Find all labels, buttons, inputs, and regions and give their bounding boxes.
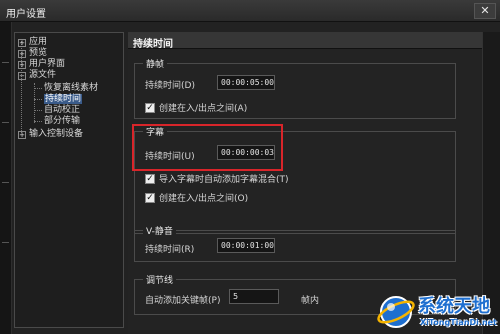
keyframe-label: 自动添加关键帧(P) [145, 296, 221, 306]
highlight-box [132, 124, 283, 171]
close-button[interactable]: ✕ [474, 3, 496, 19]
tree-item-label: 输入控制设备 [29, 129, 84, 139]
edge-mark [2, 62, 9, 66]
title-bar: 用户设置 ✕ [0, 0, 500, 22]
subtitle-create-between-checkbox[interactable]: ✓ 创建在入/出点之间(O) [145, 191, 248, 204]
still-duration-input[interactable]: 00:00:05:00 [217, 75, 275, 90]
vmute-duration-label: 持续时间(R) [145, 245, 195, 255]
tree-item-duration[interactable]: 持续时间 [44, 94, 83, 105]
still-group: 静帧 持续时间(D) 00:00:05:00 ✓ 创建在入/出点之间(A) [134, 57, 456, 119]
keyframe-input[interactable]: 5 [229, 289, 279, 304]
site-watermark: 系统天地 XiTongTianDi.net [376, 288, 500, 334]
tree-guide [34, 88, 42, 89]
panel-title: 持续时间 [133, 39, 173, 50]
panel-header: 持续时间 [128, 32, 482, 50]
tree-guide [34, 110, 42, 111]
tree-item-label: 持续时间 [44, 94, 83, 104]
vmute-group-label: V-静音 [143, 224, 176, 237]
tree-item-application[interactable]: + 应用 [18, 37, 47, 48]
edge-mark [2, 122, 9, 126]
vmute-group: V-静音 持续时间(R) 00:00:01:00 [134, 224, 456, 262]
subtitle-auto-mix-label: 导入字幕时自动添加字幕混合(T) [159, 175, 289, 185]
tree-item-label: 预览 [29, 48, 48, 58]
still-duration-label: 持续时间(D) [145, 81, 195, 91]
window-title: 用户设置 [6, 9, 46, 20]
tree-item-partial-transfer[interactable]: 部分传输 [44, 116, 80, 127]
still-group-label: 静帧 [143, 57, 168, 70]
tree-item-source[interactable]: − 源文件 [18, 70, 56, 81]
expand-icon[interactable]: + [18, 50, 26, 58]
tree-item-input-devices[interactable]: + 输入控制设备 [18, 129, 83, 140]
tree-item-user-interface[interactable]: + 用户界面 [18, 59, 65, 70]
rubberband-group-label: 调节线 [143, 273, 177, 286]
tree-item-preview[interactable]: + 预览 [18, 48, 47, 59]
edge-mark [2, 242, 9, 246]
tree-item-label: 用户界面 [29, 59, 66, 69]
expand-icon[interactable]: + [18, 61, 26, 69]
subtitle-auto-mix-checkbox[interactable]: ✓ 导入字幕时自动添加字幕混合(T) [145, 172, 289, 185]
still-create-between-label: 创建在入/出点之间(A) [159, 104, 248, 114]
tree-item-label: 应用 [29, 37, 48, 47]
tree-item-auto-correct[interactable]: 自动校正 [44, 105, 80, 116]
watermark-name: 系统天地 [418, 296, 490, 317]
tree-item-label: 源文件 [29, 70, 57, 80]
settings-category-tree[interactable]: + 应用 + 预览 + 用户界面 − 源文件 恢复离线素材 持续时间 自动校正 部分传输… [14, 32, 124, 328]
tree-item-label: 恢复离线素材 [44, 83, 99, 93]
keyframe-unit: 帧内 [301, 296, 320, 306]
edge-mark [2, 182, 9, 186]
left-edge-strip [0, 22, 12, 334]
close-icon: ✕ [480, 4, 490, 17]
tree-guide [34, 99, 42, 100]
vmute-duration-input[interactable]: 00:00:01:00 [217, 238, 275, 253]
tree-guide [34, 83, 35, 123]
expand-icon[interactable]: + [18, 131, 26, 139]
still-create-between-checkbox[interactable]: ✓ 创建在入/出点之间(A) [145, 101, 247, 114]
tree-item-restore-offline[interactable]: 恢复离线素材 [44, 83, 98, 94]
tree-guide [34, 121, 42, 122]
tree-item-label: 自动校正 [44, 105, 81, 115]
watermark-logo-icon [377, 296, 415, 328]
watermark-url: XiTongTianDi.net [420, 318, 497, 327]
checkbox-checked-icon[interactable]: ✓ [145, 102, 155, 113]
collapse-icon[interactable]: − [18, 72, 26, 80]
subtitle-create-between-label: 创建在入/出点之间(O) [159, 194, 249, 204]
checkbox-checked-icon[interactable]: ✓ [145, 173, 155, 184]
tree-item-label: 部分传输 [44, 116, 81, 126]
checkbox-checked-icon[interactable]: ✓ [145, 192, 155, 203]
expand-icon[interactable]: + [18, 39, 26, 47]
